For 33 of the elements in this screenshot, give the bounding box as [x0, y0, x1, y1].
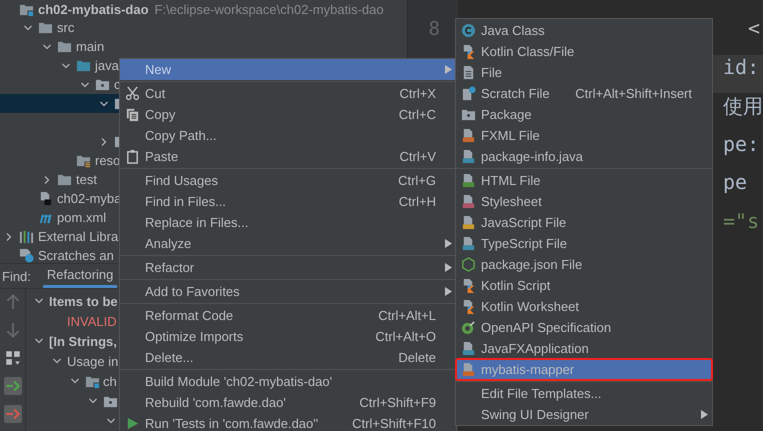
tree-label: test	[76, 172, 97, 187]
tree-label: External Libra	[38, 229, 118, 244]
shortcut-text: Ctrl+Alt+L	[378, 308, 436, 323]
code-text: <	[748, 16, 760, 40]
code-text: ="s	[723, 208, 760, 232]
code-text: pe	[723, 170, 748, 194]
tree-label: ch	[103, 374, 117, 388]
shortcut-text: Delete	[398, 350, 436, 365]
shortcut-text: Ctrl+Alt+Shift+Insert	[575, 86, 692, 101]
shortcut-text: Ctrl+Shift+F10	[352, 416, 436, 431]
tree-label: main	[76, 39, 104, 54]
error-text: INVALID	[67, 314, 117, 328]
code-text: id:	[723, 54, 760, 78]
tree-label: pom.xml	[57, 210, 106, 225]
find-label: Find:	[1, 268, 32, 284]
tree-label: [In Strings,	[49, 334, 117, 348]
shortcut-text: Ctrl+H	[398, 194, 436, 209]
shortcut-text: Ctrl+V	[400, 149, 436, 164]
project-name: ch02-mybatis-dao	[38, 2, 149, 16]
tree-label: Scratches an	[38, 248, 114, 263]
shortcut-text: Ctrl+X	[400, 86, 436, 101]
shortcut-text: Ctrl+C	[398, 107, 436, 122]
code-text: 使用	[723, 94, 763, 118]
tree-label: src	[57, 20, 74, 35]
shortcut-text: Ctrl+Alt+O	[375, 329, 436, 344]
tree-label: reso	[95, 153, 120, 168]
shortcut-text: Ctrl+G	[398, 173, 436, 188]
tree-label: Items to be	[49, 294, 118, 308]
tree-label: java	[95, 58, 119, 73]
shortcut-text: Ctrl+Shift+F9	[359, 395, 436, 410]
project-path: F:\eclipse-workspace\ch02-mybatis-dao	[154, 2, 384, 16]
tree-label: Usage in	[67, 354, 118, 368]
code-text: pe:	[723, 132, 760, 156]
